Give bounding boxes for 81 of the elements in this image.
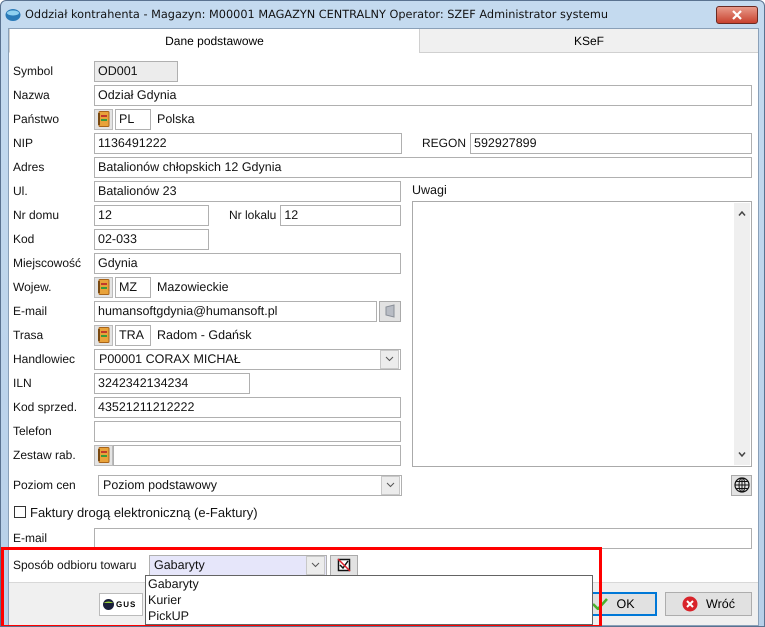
symbol-field[interactable]: OD001 xyxy=(94,60,178,82)
email-field[interactable]: humansoftgdynia@humansoft.pl xyxy=(94,300,377,322)
field-label: Trasa xyxy=(12,328,44,342)
scroll-down-icon xyxy=(738,452,746,457)
lookup-name: Polska xyxy=(157,112,195,126)
sheet-icon xyxy=(385,304,395,318)
app-logo-icon xyxy=(5,8,21,22)
salesman-dropdown[interactable]: P00001 CORAX MICHAŁ xyxy=(94,348,401,370)
notebook-icon xyxy=(98,111,110,127)
lookup-name: Mazowieckie xyxy=(157,280,229,294)
close-icon xyxy=(731,10,743,20)
field-label: ILN xyxy=(12,376,33,390)
send-mail-button[interactable] xyxy=(379,300,401,322)
scroll-up-icon xyxy=(738,211,746,216)
field-label: NIP xyxy=(12,136,34,150)
lookup-button[interactable] xyxy=(94,276,113,298)
clear-button[interactable] xyxy=(330,554,358,576)
tab[interactable]: KSeF xyxy=(419,29,758,53)
lookup-button[interactable] xyxy=(94,444,113,466)
field-label: Zestaw rab. xyxy=(12,448,77,462)
chevron-down-icon xyxy=(385,356,394,362)
field-label: Nr domu xyxy=(12,208,60,222)
web-button[interactable] xyxy=(731,474,752,496)
email-field[interactable] xyxy=(94,528,752,548)
globe-icon xyxy=(734,477,750,493)
field-label: Państwo xyxy=(12,112,60,126)
field-label: Symbol xyxy=(12,64,54,78)
checkmark-icon xyxy=(592,598,608,610)
text-field[interactable]: 1136491222 xyxy=(94,132,402,154)
text-field[interactable]: 43521211212222 xyxy=(94,396,401,418)
code-field[interactable]: TRA xyxy=(115,324,151,346)
text-field[interactable]: 3242342134234 xyxy=(94,372,250,394)
field-label: Poziom cen xyxy=(12,478,77,492)
field-label: Sposób odbioru towaru xyxy=(12,558,138,572)
text-field[interactable]: 12 xyxy=(280,204,401,226)
field-label: E-mail xyxy=(12,531,48,545)
close-button[interactable] xyxy=(716,6,758,24)
price-level-dropdown[interactable]: Poziom podstawowy xyxy=(98,474,402,496)
field-label: Kod sprzed. xyxy=(12,400,78,414)
code-field[interactable]: MZ xyxy=(115,276,151,298)
field-label: Wojew. xyxy=(12,280,52,294)
gus-button[interactable]: GUS xyxy=(99,592,143,616)
window-title: Oddział kontrahenta - Magazyn: M00001 MAGAZYN CENTRALNY Operator: SZEF Administrator systemu xyxy=(25,8,609,21)
pickup-method-dropdown[interactable]: Gabaryty xyxy=(149,554,327,576)
text-field[interactable]: Odział Gdynia xyxy=(94,84,752,106)
text-field[interactable] xyxy=(94,420,401,442)
lookup-name: Radom - Gdańsk xyxy=(157,328,252,342)
back-button[interactable]: Wróć xyxy=(665,592,752,616)
text-field[interactable]: Batalionów chłopskich 12 Gdynia xyxy=(94,156,752,178)
text-field[interactable]: Batalionów 23 xyxy=(94,180,401,202)
text-field[interactable]: 02-033 xyxy=(94,228,209,250)
field-label: Nr lokalu xyxy=(228,208,278,222)
text-field[interactable] xyxy=(113,444,401,466)
chevron-down-icon xyxy=(311,562,320,568)
code-field[interactable]: PL xyxy=(115,108,151,130)
text-field[interactable]: Gdynia xyxy=(94,252,401,274)
scrollbar[interactable] xyxy=(734,203,750,465)
field-label: Nazwa xyxy=(12,88,51,102)
text-field[interactable]: 12 xyxy=(94,204,209,226)
lookup-button[interactable] xyxy=(94,324,113,346)
notebook-icon xyxy=(98,279,110,295)
lookup-button[interactable] xyxy=(94,108,113,130)
gus-logo-icon xyxy=(103,598,114,610)
cancel-icon xyxy=(682,596,698,612)
text-field[interactable]: 592927899 xyxy=(470,132,752,154)
crossed-checkbox-icon xyxy=(337,558,351,572)
field-label: Miejscowość xyxy=(12,256,82,270)
chevron-down-icon xyxy=(386,482,395,488)
field-label: E-mail xyxy=(12,304,48,318)
checkbox[interactable] xyxy=(14,506,26,518)
notebook-icon xyxy=(98,327,110,343)
checkbox-label: Faktury drogą elektroniczną (e-Faktury) xyxy=(30,504,258,520)
field-label: Telefon xyxy=(12,424,53,438)
notebook-icon xyxy=(98,447,110,463)
notes-label: Uwagi xyxy=(412,182,448,199)
field-label: Adres xyxy=(12,160,46,174)
field-label: Kod xyxy=(12,232,36,246)
field-label: REGON xyxy=(421,136,468,150)
field-label: Ul. xyxy=(12,184,29,198)
field-label: Handlowiec xyxy=(12,352,76,366)
dropdown-option[interactable]: Gabaryty xyxy=(146,576,592,592)
